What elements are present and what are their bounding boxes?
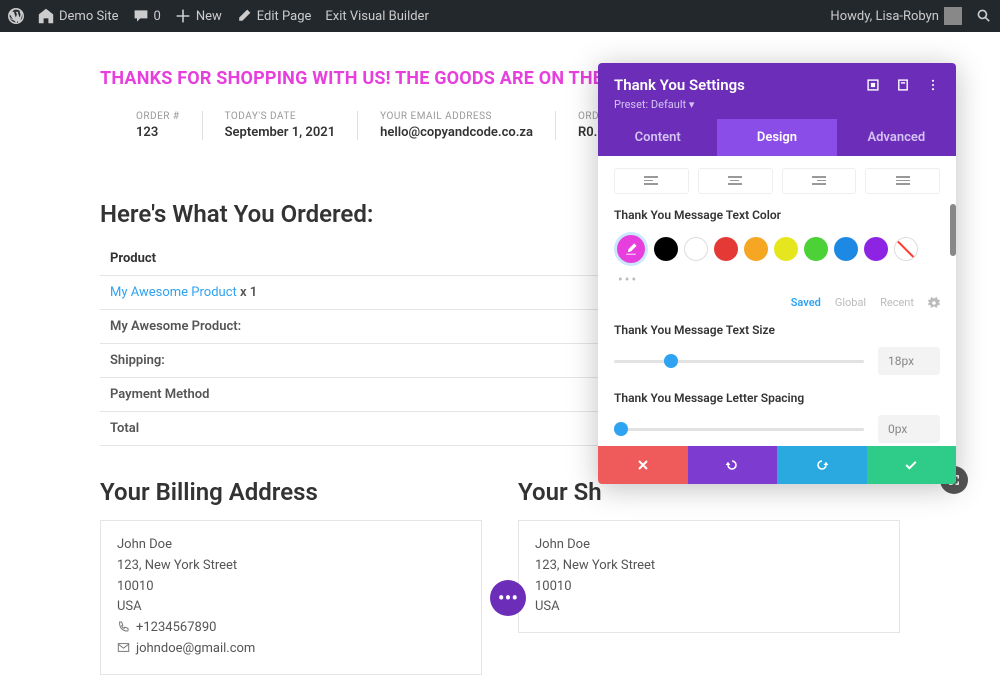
save-button[interactable] <box>867 446 957 484</box>
status-global[interactable]: Global <box>835 296 866 309</box>
site-name[interactable]: Demo Site <box>38 8 119 24</box>
panel-footer <box>598 446 956 484</box>
text-align-options <box>614 168 940 194</box>
exit-visual-builder[interactable]: Exit Visual Builder <box>325 9 428 24</box>
user-greeting[interactable]: Howdy, Lisa-Robyn <box>830 7 962 25</box>
mail-icon <box>117 641 130 654</box>
tab-advanced[interactable]: Advanced <box>837 119 956 156</box>
color-picker-current[interactable] <box>614 232 648 266</box>
shipping-address: John Doe 123, New York Street 10010 USA <box>518 520 900 633</box>
align-right[interactable] <box>782 168 857 194</box>
builder-fab-button[interactable]: ••• <box>490 580 526 616</box>
color-swatch[interactable] <box>864 237 888 261</box>
help-icon[interactable] <box>896 78 910 92</box>
redo-button[interactable] <box>777 446 867 484</box>
tab-design[interactable]: Design <box>717 119 836 156</box>
billing-heading: Your Billing Address <box>100 478 482 506</box>
scrollbar[interactable] <box>950 204 956 256</box>
cancel-button[interactable] <box>598 446 688 484</box>
panel-title: Thank You Settings <box>614 76 745 94</box>
align-center[interactable] <box>698 168 773 194</box>
preset-selector[interactable]: Preset: Default ▾ <box>614 98 940 111</box>
settings-panel: Thank You Settings Preset: Default ▾ Con… <box>598 63 956 484</box>
size-value[interactable]: 18px <box>878 347 940 375</box>
product-link[interactable]: My Awesome Product <box>110 285 237 300</box>
spacing-slider[interactable] <box>614 420 864 438</box>
color-swatch[interactable] <box>654 237 678 261</box>
color-label: Thank You Message Text Color <box>614 208 940 222</box>
more-colors-icon[interactable]: ••• <box>618 272 940 288</box>
wp-home-icon[interactable] <box>8 8 24 24</box>
snap-icon[interactable] <box>866 78 880 92</box>
color-none[interactable] <box>894 237 918 261</box>
comments[interactable]: 0 <box>133 8 161 24</box>
phone-icon <box>117 620 130 633</box>
avatar <box>944 7 962 25</box>
color-swatch[interactable] <box>714 237 738 261</box>
status-saved[interactable]: Saved <box>791 296 821 309</box>
spacing-value[interactable]: 0px <box>878 415 940 443</box>
status-recent[interactable]: Recent <box>880 296 914 309</box>
color-swatch[interactable] <box>684 237 708 261</box>
align-justify[interactable] <box>865 168 940 194</box>
more-icon[interactable] <box>926 78 940 92</box>
edit-page[interactable]: Edit Page <box>236 8 312 24</box>
color-swatch[interactable] <box>744 237 768 261</box>
color-swatch[interactable] <box>804 237 828 261</box>
wp-admin-bar: Demo Site 0 New Edit Page Exit Visual Bu… <box>0 0 1000 32</box>
color-swatch[interactable] <box>834 237 858 261</box>
new-content[interactable]: New <box>175 8 222 24</box>
size-slider[interactable] <box>614 352 864 370</box>
billing-address: John Doe 123, New York Street 10010 USA … <box>100 520 482 675</box>
tab-content[interactable]: Content <box>598 119 717 156</box>
color-swatches <box>614 232 940 266</box>
color-swatch[interactable] <box>774 237 798 261</box>
size-label: Thank You Message Text Size <box>614 323 940 337</box>
gear-icon[interactable] <box>928 297 940 309</box>
undo-button[interactable] <box>688 446 778 484</box>
spacing-label: Thank You Message Letter Spacing <box>614 391 940 405</box>
align-left[interactable] <box>614 168 689 194</box>
search-icon[interactable] <box>976 8 992 24</box>
